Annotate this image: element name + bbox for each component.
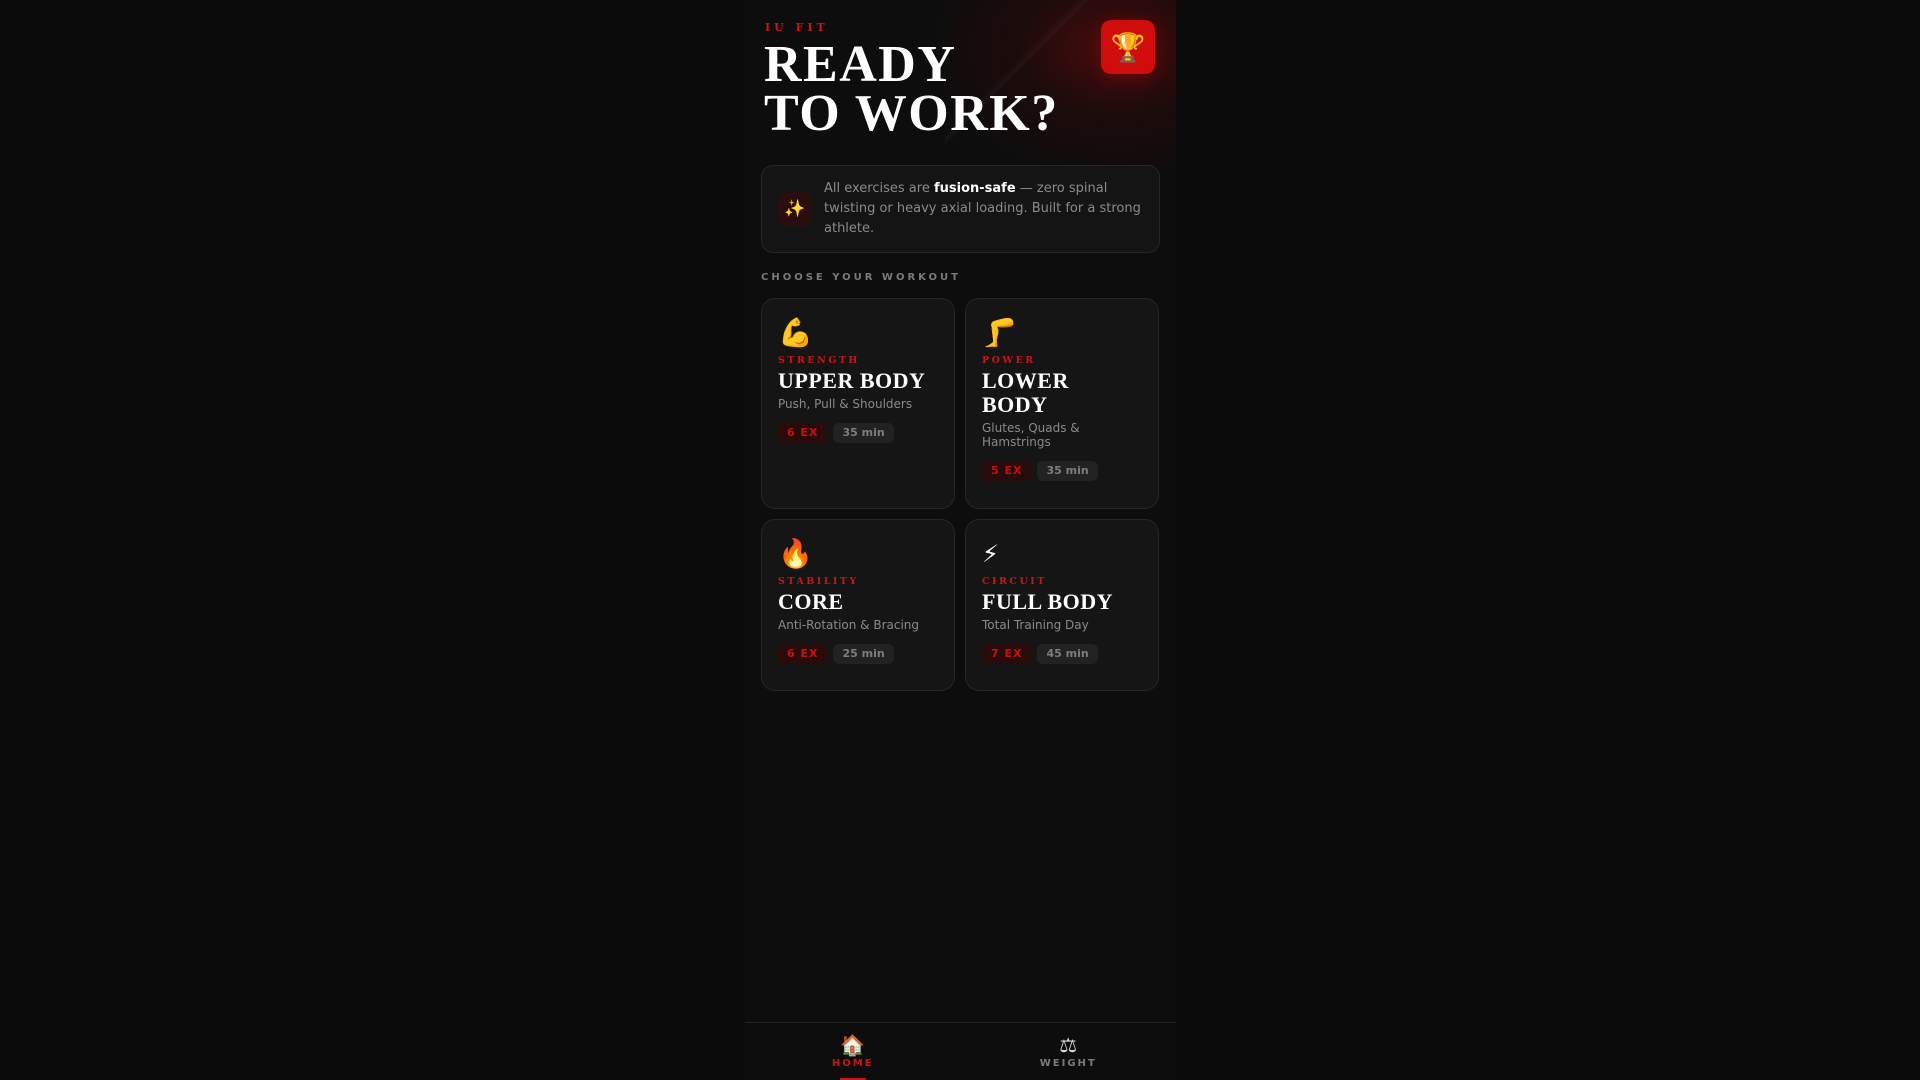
app-screen: IU FIT READY TO WORK? 🏆 ✨ All exercises … xyxy=(745,0,1176,1080)
workout-title: CORE xyxy=(778,589,844,614)
workout-tags: 6 EX 35 min xyxy=(778,423,938,443)
leg-icon: 🦵 xyxy=(982,316,1017,349)
workout-subtitle: Total Training Day xyxy=(982,618,1089,632)
workout-title: LOWER BODY xyxy=(982,368,1069,417)
workout-card-core[interactable]: 🔥 STABILITY CORE Anti-Rotation & Bracing… xyxy=(761,519,955,691)
brand-label: IU FIT xyxy=(765,21,829,34)
nav-item-home[interactable]: 🏠 HOME xyxy=(745,1023,961,1080)
exercise-count-badge: 5 EX xyxy=(982,461,1032,481)
duration-badge: 35 min xyxy=(1037,461,1098,481)
notice-text: All exercises are fusion-safe — zero spi… xyxy=(824,179,1143,239)
workout-category: STABILITY xyxy=(778,576,859,587)
page-title: READY TO WORK? xyxy=(764,36,1059,142)
bottom-nav: 🏠 HOME ⚖ WEIGHT xyxy=(745,1022,1176,1080)
workout-tags: 5 EX 35 min xyxy=(982,461,1142,481)
notice-text-bold: fusion-safe xyxy=(933,181,1016,196)
nav-label: WEIGHT xyxy=(1039,1058,1097,1069)
flexed-biceps-icon: 💪 xyxy=(778,316,813,349)
fire-icon: 🔥 xyxy=(778,537,813,570)
exercise-count-badge: 6 EX xyxy=(778,423,828,443)
workout-tags: 6 EX 25 min xyxy=(778,644,938,664)
trophy-icon: 🏆 xyxy=(1110,30,1146,64)
workout-title: FULL BODY xyxy=(982,589,1114,614)
lightning-icon: ⚡ xyxy=(982,540,999,568)
workout-subtitle: Push, Pull & Shoulders xyxy=(778,397,913,411)
workout-tags: 7 EX 45 min xyxy=(982,644,1142,664)
trophy-button[interactable]: 🏆 xyxy=(1101,20,1155,74)
headline-line-2: TO WORK? xyxy=(764,85,1059,142)
sparkles-icon: ✨ xyxy=(778,192,812,226)
workout-category: CIRCUIT xyxy=(982,576,1047,587)
duration-badge: 35 min xyxy=(833,423,894,443)
workout-title: UPPER BODY xyxy=(778,368,926,393)
workout-subtitle: Anti-Rotation & Bracing xyxy=(778,618,920,632)
workout-card-full-body[interactable]: ⚡ CIRCUIT FULL BODY Total Training Day 7… xyxy=(965,519,1159,691)
section-label: CHOOSE YOUR WORKOUT xyxy=(761,272,961,283)
nav-item-weight[interactable]: ⚖ WEIGHT xyxy=(961,1023,1177,1080)
workout-subtitle: Glutes, Quads & Hamstrings xyxy=(982,421,1080,449)
notice-text-before: All exercises are xyxy=(824,181,934,196)
exercise-count-badge: 7 EX xyxy=(982,644,1032,664)
exercise-count-badge: 6 EX xyxy=(778,644,828,664)
headline-line-1: READY xyxy=(764,36,957,93)
home-icon: 🏠 xyxy=(840,1033,866,1057)
scale-icon: ⚖ xyxy=(1059,1033,1078,1057)
fusion-safe-notice: ✨ All exercises are fusion-safe — zero s… xyxy=(761,165,1160,253)
workout-category: POWER xyxy=(982,355,1036,366)
workout-card-upper-body[interactable]: 💪 STRENGTH UPPER BODY Push, Pull & Shoul… xyxy=(761,298,955,509)
duration-badge: 25 min xyxy=(833,644,894,664)
workout-card-lower-body[interactable]: 🦵 POWER LOWER BODY Glutes, Quads & Hamst… xyxy=(965,298,1159,509)
workout-category: STRENGTH xyxy=(778,355,860,366)
duration-badge: 45 min xyxy=(1037,644,1098,664)
nav-label: HOME xyxy=(831,1058,874,1069)
